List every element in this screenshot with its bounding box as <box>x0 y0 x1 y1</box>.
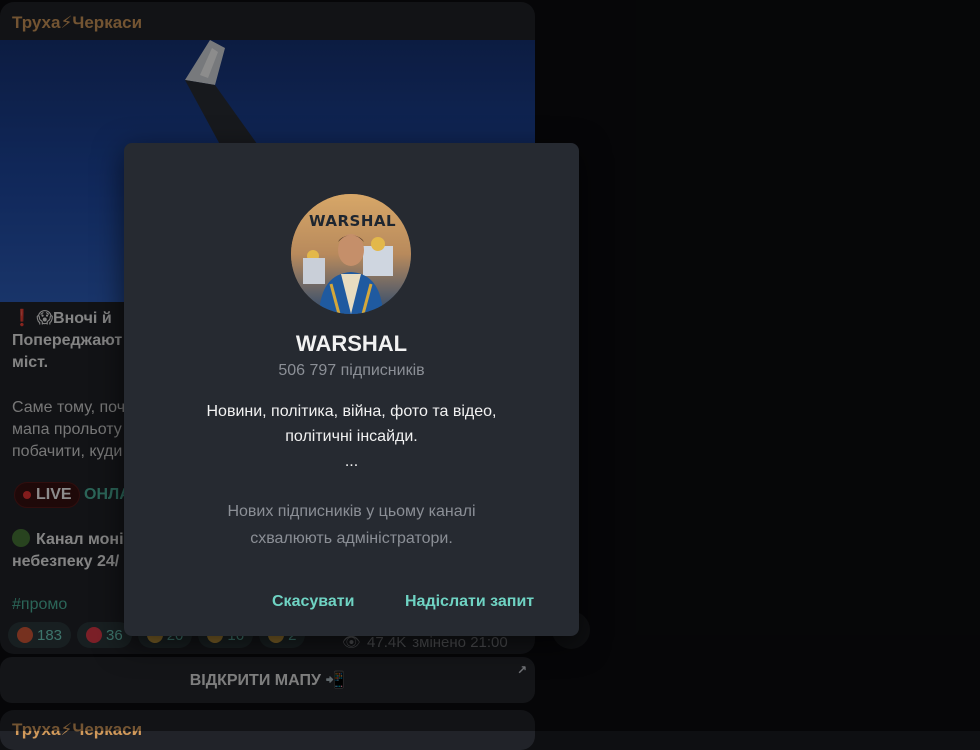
approval-note: Нових підписників у цьому каналі схвалюю… <box>227 503 476 547</box>
channel-description: Новини, політика, війна, фото та відео, … <box>206 403 497 470</box>
send-request-button[interactable]: Надіслати запит <box>405 593 534 611</box>
subscriber-count: 506 797 підписників <box>278 362 425 379</box>
channel-avatar: WARSHAL <box>291 194 411 314</box>
cancel-button[interactable]: Скасувати <box>272 593 354 611</box>
join-channel-dialog: WARSHAL WARSHAL 506 797 підписників Нови… <box>124 143 579 636</box>
avatar-logo-text: WARSHAL <box>309 212 397 230</box>
channel-title: WARSHAL <box>295 331 408 356</box>
